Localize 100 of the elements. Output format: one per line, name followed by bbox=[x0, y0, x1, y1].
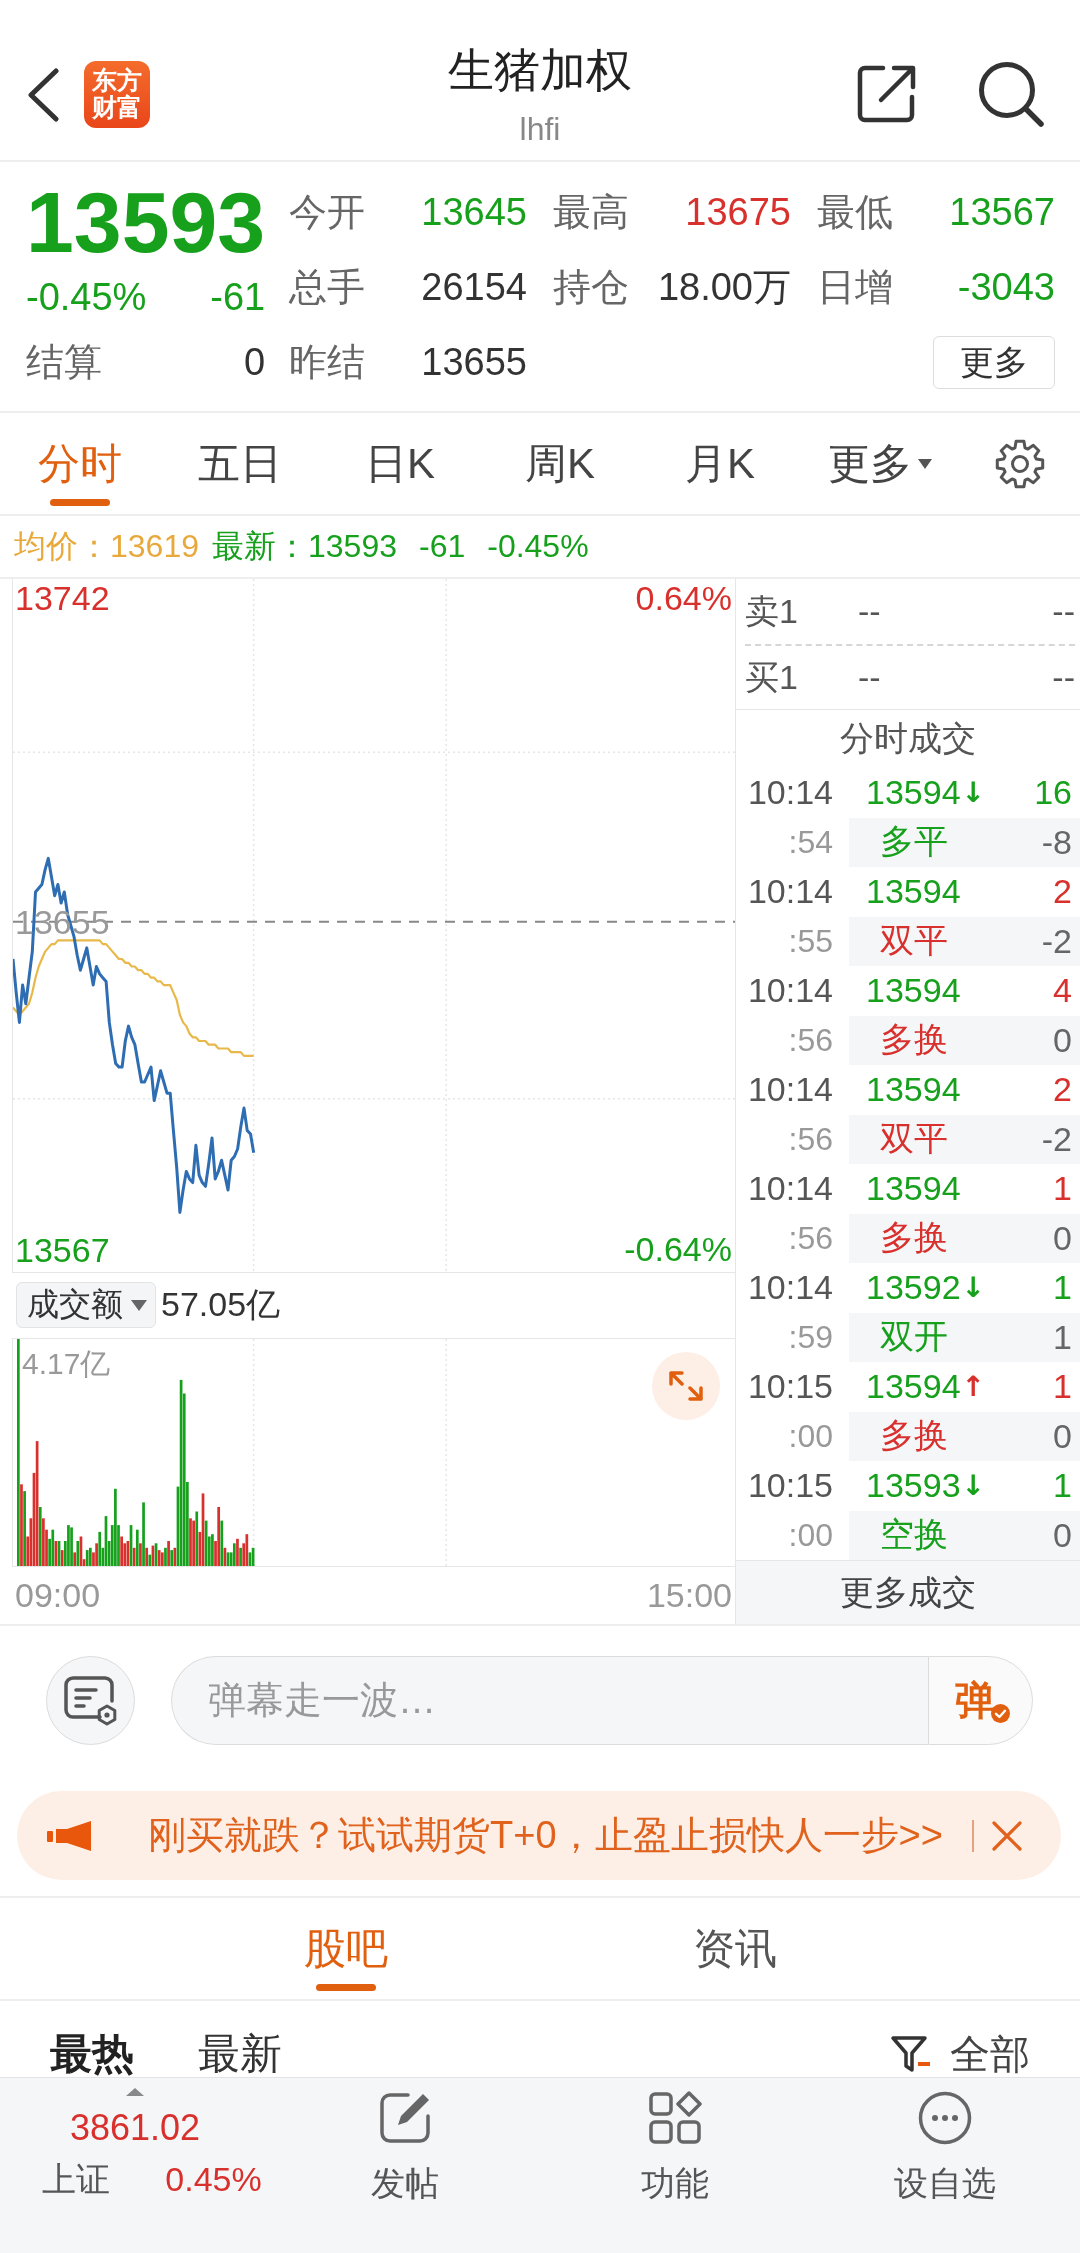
page-title: 生猪加权 bbox=[448, 43, 632, 98]
stat-label: 日增 bbox=[817, 265, 893, 310]
average-price: 13619 bbox=[110, 528, 199, 565]
list-settings-icon bbox=[63, 1675, 118, 1726]
period-tab[interactable]: 日K bbox=[365, 413, 435, 514]
period-tab[interactable]: 周K bbox=[525, 413, 595, 514]
sort-tab[interactable]: 最热 bbox=[50, 2031, 134, 2077]
trade-second: :55 bbox=[788, 922, 833, 960]
trade-price: 13594 bbox=[866, 872, 961, 912]
stat-value: 13645 bbox=[421, 191, 527, 234]
filter-icon bbox=[890, 2035, 932, 2073]
volume-type-dropdown[interactable]: 成交额 bbox=[16, 1282, 156, 1329]
change-amount: -61 bbox=[210, 276, 266, 319]
megaphone-icon bbox=[47, 1819, 93, 1852]
average-price-label: 均价： bbox=[14, 526, 110, 566]
trade-price: 13594 bbox=[866, 773, 961, 813]
trade-second: :56 bbox=[788, 1120, 833, 1158]
arrow-icon: ↓ bbox=[961, 776, 985, 810]
trade-time: 10:14 bbox=[747, 1169, 833, 1209]
more-trades-button[interactable]: 更多成交 bbox=[736, 1560, 1080, 1624]
trade-volume: 4 bbox=[1053, 971, 1072, 1011]
trades-title: 分时成交 bbox=[839, 718, 977, 759]
latest-price-label: 最新： bbox=[212, 526, 308, 566]
stat-label: 昨结 bbox=[289, 340, 365, 385]
order-volume: -- bbox=[1052, 592, 1075, 631]
change-percent: -0.45% bbox=[26, 276, 147, 319]
trade-price: 13594 bbox=[866, 971, 961, 1011]
period-tab[interactable]: 五日 bbox=[198, 413, 282, 514]
post-button[interactable]: 发帖 bbox=[371, 2078, 439, 2205]
order-volume: -- bbox=[1052, 658, 1075, 697]
stat-value: 18.00万 bbox=[657, 265, 791, 310]
trade-volume: 1 bbox=[1053, 1466, 1072, 1506]
close-icon[interactable] bbox=[991, 1819, 1023, 1852]
contract-code: lhfi bbox=[519, 110, 561, 148]
trade-change: 0 bbox=[1053, 1020, 1072, 1060]
index-change-percent: 0.45% bbox=[165, 2159, 262, 2200]
stat-value: 13675 bbox=[685, 191, 791, 234]
trade-type: 多平 bbox=[880, 821, 948, 863]
trade-price: 13593 bbox=[866, 1466, 961, 1506]
trade-price: 13594 bbox=[866, 1169, 961, 1209]
trade-change: 0 bbox=[1053, 1515, 1072, 1555]
trade-volume: 1 bbox=[1053, 1268, 1072, 1308]
functions-button[interactable]: 功能 bbox=[641, 2078, 709, 2205]
trade-change: 1 bbox=[1053, 1317, 1072, 1357]
trade-price: 13594 bbox=[866, 1070, 961, 1110]
arrow-icon: ↓ bbox=[961, 1469, 985, 1503]
more-menu-tab[interactable]: 更多 bbox=[828, 413, 932, 514]
trade-time: 10:14 bbox=[747, 872, 833, 912]
add-watchlist-button[interactable]: 设自选 bbox=[894, 2078, 996, 2205]
app-logo[interactable]: 东方财富 bbox=[84, 61, 150, 128]
trade-second: :56 bbox=[788, 1219, 833, 1257]
trade-type: 空换 bbox=[880, 1514, 948, 1556]
ellipsis-circle-icon bbox=[918, 2091, 972, 2145]
trade-time: 10:14 bbox=[747, 773, 833, 813]
order-level: 买1 bbox=[745, 656, 798, 698]
edit-icon bbox=[378, 2091, 432, 2145]
feed-tab[interactable]: 资讯 bbox=[692, 1898, 777, 1999]
caret-up-icon[interactable] bbox=[126, 2088, 144, 2096]
trade-volume: 2 bbox=[1053, 872, 1072, 912]
trade-second: :59 bbox=[788, 1318, 833, 1356]
trade-second: :54 bbox=[788, 823, 833, 861]
axis-label: 13567 bbox=[15, 1230, 110, 1269]
stat-label: 最高 bbox=[553, 190, 629, 235]
sort-tab[interactable]: 最新 bbox=[198, 2031, 282, 2077]
trade-second: :00 bbox=[788, 1417, 833, 1455]
share-icon[interactable] bbox=[857, 65, 916, 123]
index-name: 上证 bbox=[42, 2159, 111, 2200]
trade-volume: 1 bbox=[1053, 1169, 1072, 1209]
period-tab[interactable]: 分时 bbox=[38, 413, 122, 514]
volume-total: 57.05亿 bbox=[161, 1284, 281, 1326]
feed-tab[interactable]: 股吧 bbox=[303, 1898, 388, 1999]
filter-button[interactable]: 全部 bbox=[890, 2031, 1030, 2077]
latest-price: 13593 bbox=[308, 528, 397, 565]
search-icon[interactable] bbox=[978, 61, 1045, 127]
order-price: -- bbox=[858, 592, 881, 631]
trade-time: 10:15 bbox=[747, 1367, 833, 1407]
trade-type: 多换 bbox=[880, 1415, 948, 1457]
stat-value: 13655 bbox=[421, 341, 527, 384]
change-amount: -61 bbox=[418, 528, 466, 565]
trade-time: 10:14 bbox=[747, 971, 833, 1011]
stat-value: -3043 bbox=[957, 266, 1055, 309]
trade-type: 双开 bbox=[880, 1316, 948, 1358]
trade-volume: 16 bbox=[1034, 773, 1072, 813]
settings-icon[interactable] bbox=[995, 438, 1045, 489]
stat-value: 0 bbox=[244, 341, 266, 384]
trade-volume: 1 bbox=[1053, 1367, 1072, 1407]
arrow-icon: ↑ bbox=[961, 1370, 985, 1404]
volume-max-label: 4.17亿 bbox=[22, 1346, 111, 1381]
caret-down-icon bbox=[131, 1299, 147, 1311]
back-icon[interactable] bbox=[26, 67, 60, 122]
arrow-icon: ↓ bbox=[961, 1271, 985, 1305]
trade-change: 0 bbox=[1053, 1218, 1072, 1258]
stat-value: 26154 bbox=[421, 266, 527, 309]
period-tab[interactable]: 月K bbox=[685, 413, 755, 514]
order-level: 卖1 bbox=[745, 590, 798, 632]
more-button[interactable]: 更多 bbox=[933, 336, 1055, 389]
trade-second: :00 bbox=[788, 1516, 833, 1554]
stat-label: 今开 bbox=[289, 190, 365, 235]
danmaku-input[interactable]: 弹幕走一波… bbox=[171, 1656, 928, 1745]
trade-type: 双平 bbox=[880, 920, 948, 962]
